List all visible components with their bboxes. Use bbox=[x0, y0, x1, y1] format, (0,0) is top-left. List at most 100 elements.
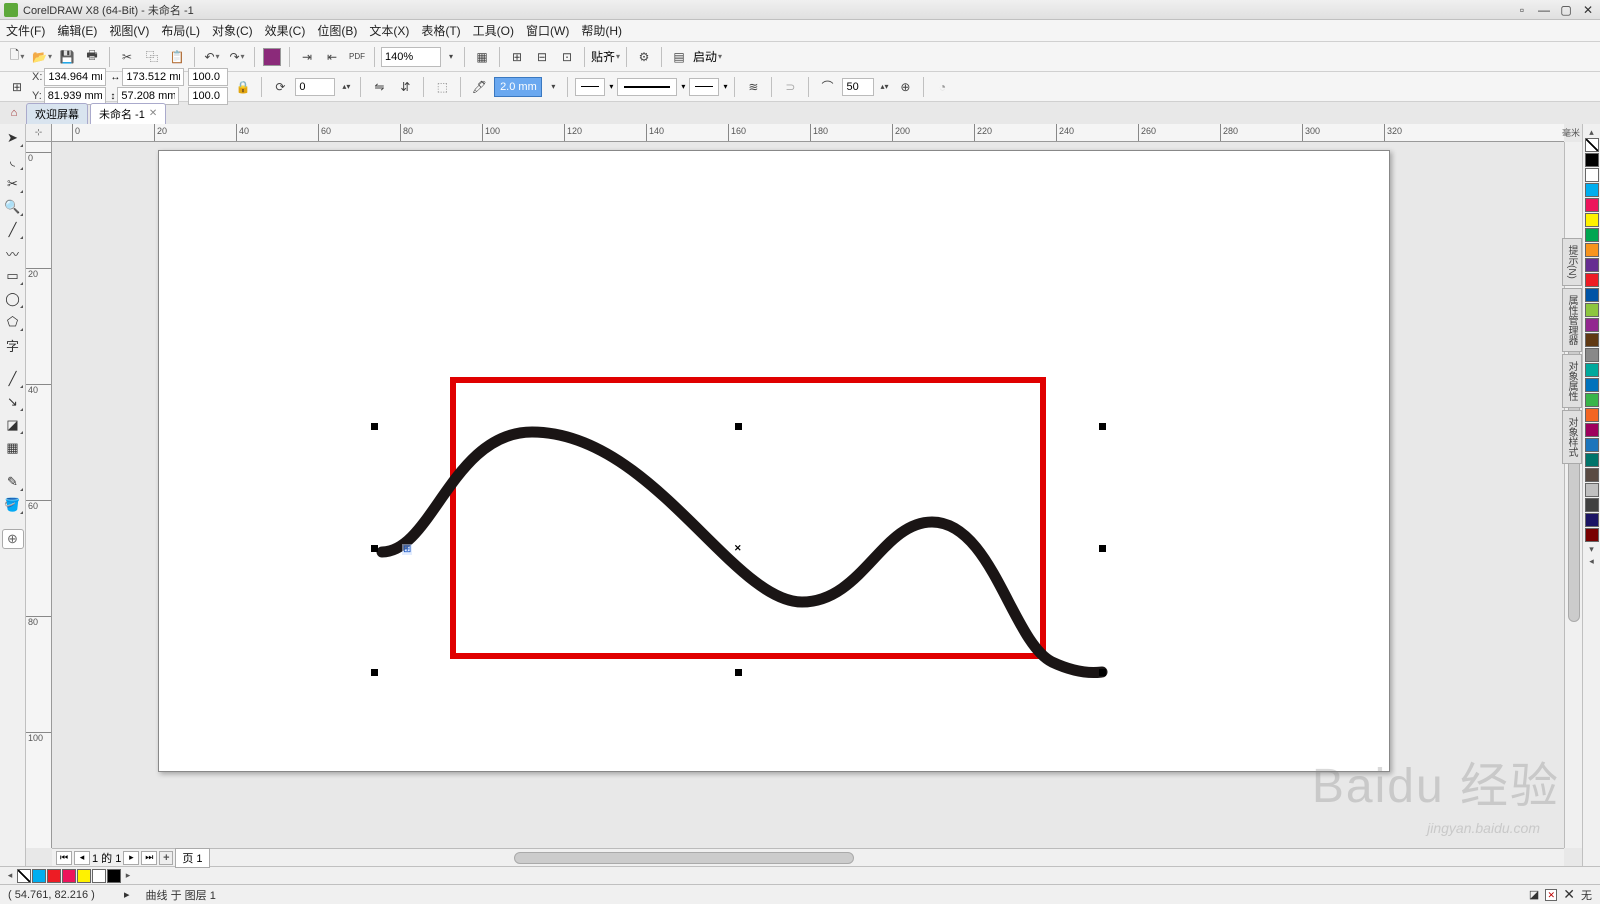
selection-handle[interactable] bbox=[735, 669, 742, 676]
scale-x-input[interactable] bbox=[188, 68, 228, 86]
freehand-tool[interactable]: ╱ bbox=[2, 220, 24, 240]
offset-input[interactable] bbox=[842, 78, 874, 96]
color-swatch[interactable] bbox=[1585, 498, 1599, 512]
outline-width-dropdown[interactable]: ▾ bbox=[546, 76, 560, 98]
no-fill-swatch[interactable] bbox=[1585, 138, 1599, 152]
save-button[interactable]: 💾 bbox=[56, 46, 78, 68]
color-swatch[interactable] bbox=[1585, 273, 1599, 287]
menu-object[interactable]: 对象(C) bbox=[212, 22, 253, 39]
interactive-fill-tool[interactable]: 🪣 bbox=[2, 495, 24, 515]
open-button[interactable]: 📂▾ bbox=[31, 46, 53, 68]
app-launcher-icon[interactable]: ▤ bbox=[668, 46, 690, 68]
selection-handle[interactable] bbox=[1099, 423, 1106, 430]
x-position-input[interactable] bbox=[44, 68, 106, 86]
color-swatch[interactable] bbox=[1585, 423, 1599, 437]
color-swatch[interactable] bbox=[1585, 153, 1599, 167]
add-page-button[interactable]: + bbox=[159, 851, 173, 865]
fill-none-swatch[interactable] bbox=[1545, 889, 1557, 901]
mirror-v-button[interactable]: ⇵ bbox=[394, 76, 416, 98]
redo-button[interactable]: ↷▾ bbox=[226, 46, 248, 68]
cut-button[interactable]: ✂ bbox=[116, 46, 138, 68]
selection-handle[interactable] bbox=[1099, 545, 1106, 552]
tab-document[interactable]: 未命名 -1✕ bbox=[90, 103, 166, 124]
color-swatch[interactable] bbox=[47, 869, 61, 883]
horizontal-scroll-thumb[interactable] bbox=[514, 852, 854, 864]
vertical-ruler[interactable]: 020406080100 bbox=[26, 142, 52, 848]
color-swatch[interactable] bbox=[1585, 213, 1599, 227]
selection-handle[interactable] bbox=[1099, 669, 1106, 676]
transparency-tool[interactable]: ▦ bbox=[2, 438, 24, 458]
color-swatch[interactable] bbox=[1585, 303, 1599, 317]
red-rectangle-object[interactable] bbox=[450, 377, 1046, 659]
end-arrowhead-select[interactable] bbox=[689, 78, 719, 96]
publish-pdf-button[interactable]: PDF bbox=[346, 46, 368, 68]
menu-layout[interactable]: 布局(L) bbox=[161, 22, 200, 39]
outline-none-icon[interactable]: ✕ bbox=[1563, 886, 1575, 903]
wrap-text-button[interactable]: ≋ bbox=[742, 76, 764, 98]
ruler-corner[interactable]: ⊹ bbox=[26, 124, 52, 142]
color-swatch[interactable] bbox=[1585, 513, 1599, 527]
rotation-stepper[interactable]: ▴▾ bbox=[339, 76, 353, 98]
color-swatch[interactable] bbox=[1585, 453, 1599, 467]
polygon-tool[interactable]: ⬠ bbox=[2, 312, 24, 332]
menu-text[interactable]: 文本(X) bbox=[369, 22, 409, 39]
selection-center-icon[interactable]: ✕ bbox=[734, 543, 742, 554]
export-button[interactable]: ⇤ bbox=[321, 46, 343, 68]
menu-tools[interactable]: 工具(O) bbox=[473, 22, 514, 39]
palette-right-arrow-icon[interactable]: ▸ bbox=[122, 870, 134, 881]
undo-button[interactable]: ↶▾ bbox=[201, 46, 223, 68]
menu-help[interactable]: 帮助(H) bbox=[581, 22, 622, 39]
mirror-h-button[interactable]: ⇋ bbox=[368, 76, 390, 98]
color-swatch[interactable] bbox=[1585, 258, 1599, 272]
lock-ratio-button[interactable]: 🔒 bbox=[232, 76, 254, 98]
zoom-level-input[interactable] bbox=[381, 47, 441, 67]
zoom-tool[interactable]: 🔍 bbox=[2, 197, 24, 217]
crop-tool[interactable]: ✂ bbox=[2, 174, 24, 194]
color-swatch[interactable] bbox=[1585, 243, 1599, 257]
color-swatch[interactable] bbox=[32, 869, 46, 883]
rectangle-tool[interactable]: ▭ bbox=[2, 266, 24, 286]
color-swatch[interactable] bbox=[1585, 393, 1599, 407]
new-doc-button[interactable]: 🗋▾ bbox=[6, 46, 28, 68]
color-swatch[interactable] bbox=[1585, 483, 1599, 497]
color-swatch[interactable] bbox=[107, 869, 121, 883]
horizontal-scrollbar[interactable] bbox=[214, 849, 1564, 866]
maximize-icon[interactable]: ▢ bbox=[1558, 3, 1574, 17]
paste-button[interactable]: 📋 bbox=[166, 46, 188, 68]
options-button[interactable]: ⚙ bbox=[633, 46, 655, 68]
last-page-button[interactable]: ⏭ bbox=[141, 851, 157, 865]
color-swatch[interactable] bbox=[1585, 438, 1599, 452]
width-input[interactable] bbox=[122, 68, 184, 86]
pick-tool[interactable]: ➤ bbox=[2, 128, 24, 148]
outline-width-select[interactable]: 2.0 mm bbox=[494, 77, 542, 97]
no-fill-swatch-bottom[interactable] bbox=[17, 869, 31, 883]
offset-apply-button[interactable]: ⊕ bbox=[894, 76, 916, 98]
ellipse-tool[interactable]: ◯ bbox=[2, 289, 24, 309]
close-icon[interactable]: ✕ bbox=[1580, 3, 1596, 17]
line-style-select[interactable] bbox=[617, 78, 677, 96]
selection-handle[interactable] bbox=[371, 669, 378, 676]
parallel-dim-tool[interactable]: ╱ bbox=[2, 369, 24, 389]
print-button[interactable]: 🖶 bbox=[81, 46, 103, 68]
minimize-icon[interactable]: — bbox=[1536, 3, 1552, 17]
palette-left-arrow-icon[interactable]: ◂ bbox=[4, 870, 16, 881]
docker-object-properties[interactable]: 对象属性 bbox=[1562, 354, 1582, 408]
menu-bitmap[interactable]: 位图(B) bbox=[317, 22, 357, 39]
start-arrowhead-select[interactable] bbox=[575, 78, 605, 96]
scale-y-input[interactable] bbox=[188, 87, 228, 105]
fill-indicator-icon[interactable]: ◪ bbox=[1529, 888, 1539, 901]
palette-down-arrow-icon[interactable]: ▾ bbox=[1589, 543, 1594, 555]
canvas-view[interactable]: ✕ ⊞ bbox=[52, 142, 1564, 848]
launch-dropdown[interactable]: 启动▾ bbox=[693, 48, 722, 65]
palette-flyout-icon[interactable]: ◂ bbox=[1589, 555, 1594, 567]
copy-button[interactable]: ⿻ bbox=[141, 46, 163, 68]
color-swatch[interactable] bbox=[62, 869, 76, 883]
prev-page-button[interactable]: ◂ bbox=[74, 851, 90, 865]
horizontal-ruler[interactable]: 0204060801001201401601802002202402602803… bbox=[52, 124, 1564, 142]
color-swatch[interactable] bbox=[92, 869, 106, 883]
color-eyedropper-tool[interactable]: ✎ bbox=[2, 472, 24, 492]
color-swatch[interactable] bbox=[1585, 363, 1599, 377]
docker-property-manager[interactable]: 属性管理器 bbox=[1562, 288, 1582, 352]
color-swatch[interactable] bbox=[77, 869, 91, 883]
home-icon[interactable]: ⌂ bbox=[6, 105, 22, 121]
